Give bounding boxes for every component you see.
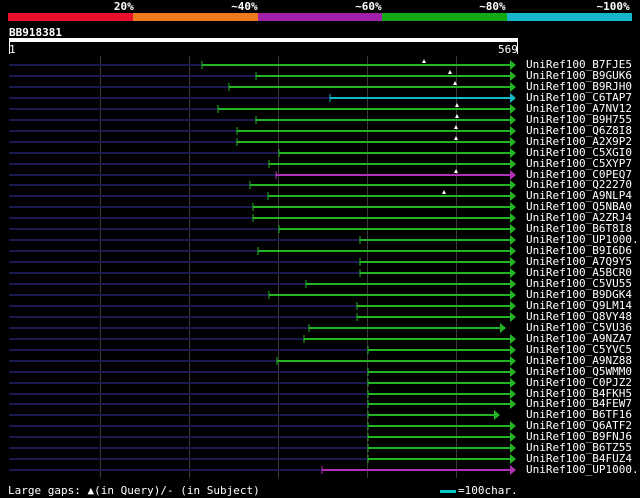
hit-row <box>9 443 516 453</box>
gap-marker-icon <box>453 81 457 85</box>
scale-key: =100char. <box>440 484 518 497</box>
hit-row <box>9 213 516 223</box>
hit-arrow-icon <box>510 257 516 267</box>
hit-arrow-icon <box>510 443 516 453</box>
hit-arrow-icon <box>510 235 516 245</box>
hit-arrow-icon <box>510 399 516 409</box>
hit-arrow-icon <box>510 224 516 234</box>
hit-row <box>9 148 516 158</box>
hit-arrow-icon <box>510 180 516 190</box>
hit-arrow-icon <box>510 159 516 169</box>
gap-marker-icon <box>454 169 458 173</box>
hit-arrow-icon <box>510 71 516 81</box>
hit-arrow-icon <box>510 126 516 136</box>
hit-row <box>9 180 516 190</box>
hit-arrow-icon <box>510 367 516 377</box>
hit-arrow-icon <box>510 389 516 399</box>
hit-row <box>9 136 516 147</box>
hit-row <box>9 378 516 388</box>
hit-label[interactable]: UniRef100_UP1000.. <box>526 464 640 475</box>
hit-row <box>9 301 516 311</box>
hit-arrow-icon <box>510 82 516 92</box>
hit-arrow-icon <box>510 290 516 300</box>
hit-row <box>9 125 516 136</box>
gap-marker-icon <box>455 114 459 118</box>
hit-arrow-icon <box>510 378 516 388</box>
gap-legend-title: Large gaps: <box>8 484 81 497</box>
hit-arrow-icon <box>510 148 516 158</box>
hit-arrow-icon <box>510 301 516 311</box>
gap-marker-icon <box>454 136 458 140</box>
hit-row <box>9 257 516 267</box>
hit-row <box>9 202 516 212</box>
gap-marker-icon <box>448 70 452 74</box>
hit-row <box>9 169 516 180</box>
hit-row <box>9 334 516 344</box>
hit-row <box>9 312 516 322</box>
hit-row <box>9 246 516 256</box>
hit-arrow-icon <box>510 137 516 147</box>
hit-arrow-icon <box>510 170 516 180</box>
hit-arrow-icon <box>510 268 516 278</box>
hit-arrow-icon <box>510 312 516 322</box>
scale-key-bar <box>440 489 456 493</box>
hit-row <box>9 432 516 442</box>
hit-arrow-icon <box>494 410 500 420</box>
hit-row <box>9 81 516 92</box>
hit-arrow-icon <box>510 454 516 464</box>
hit-row <box>9 159 516 169</box>
hit-row <box>9 454 516 464</box>
gap-legend-query: (in Query)/ <box>94 484 167 497</box>
hit-arrow-icon <box>510 465 516 475</box>
gap-marker-icon <box>454 125 458 129</box>
hit-row <box>9 465 516 475</box>
hit-arrow-icon <box>510 279 516 289</box>
gap-subject-icon: - <box>166 484 174 497</box>
hit-arrow-icon <box>510 356 516 366</box>
hit-row <box>9 410 500 420</box>
hit-row <box>9 190 516 201</box>
hit-row <box>9 279 516 289</box>
gap-marker-icon <box>422 59 426 63</box>
hit-arrow-icon <box>510 93 516 103</box>
hit-row <box>9 103 516 114</box>
hit-arrow-icon <box>510 345 516 355</box>
hit-row <box>9 93 516 103</box>
hit-arrow-icon <box>510 421 516 431</box>
hit-arrow-icon <box>510 104 516 114</box>
hit-row <box>9 356 516 366</box>
hit-arrow-icon <box>510 191 516 201</box>
hit-row <box>9 70 516 81</box>
hit-row <box>9 323 506 333</box>
hit-row <box>9 114 516 125</box>
hit-row <box>9 421 516 431</box>
hit-row <box>9 290 516 300</box>
hit-arrow-icon <box>510 202 516 212</box>
hit-row <box>9 235 516 245</box>
hit-arrow-icon <box>510 115 516 125</box>
gap-marker-icon <box>455 103 459 107</box>
hit-row <box>9 389 516 399</box>
hit-arrow-icon <box>510 246 516 256</box>
hit-row <box>9 224 516 234</box>
scale-key-label: =100char. <box>458 484 518 497</box>
hit-row <box>9 268 516 278</box>
hit-arrow-icon <box>510 60 516 70</box>
gap-legend: Large gaps: ▲(in Query)/- (in Subject) <box>8 484 260 497</box>
gap-marker-icon <box>442 190 446 194</box>
hit-arrow-icon <box>510 432 516 442</box>
hit-row <box>9 367 516 377</box>
hit-arrow-icon <box>510 213 516 223</box>
hit-row <box>9 59 516 70</box>
gap-legend-subject: (in Subject) <box>180 484 260 497</box>
hit-arrow-icon <box>510 334 516 344</box>
hit-row <box>9 345 516 355</box>
hit-row <box>9 399 516 409</box>
hit-arrow-icon <box>500 323 506 333</box>
